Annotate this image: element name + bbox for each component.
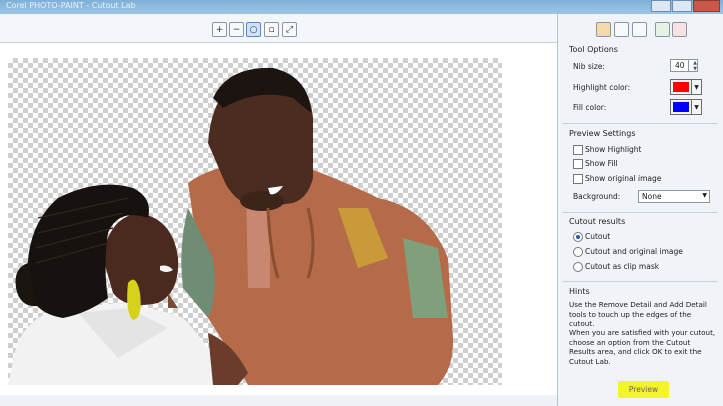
highlight-color-picker[interactable]: ▼ <box>670 79 702 95</box>
cutout-option-label[interactable]: Cutout <box>585 232 610 241</box>
view-toolbar: + − ○ ▫ ⤢ <box>0 14 557 43</box>
chevron-down-icon: ▼ <box>691 80 701 94</box>
tool-options-title: Tool Options <box>569 45 618 54</box>
hints-paragraph-1: Use the Remove Detail and Add Detail too… <box>569 300 707 328</box>
background-label: Background: <box>573 192 621 201</box>
hints-title: Hints <box>569 287 590 296</box>
highlighter-icon[interactable] <box>596 22 611 37</box>
zoom-in-icon[interactable]: + <box>212 22 227 37</box>
preview-settings-title: Preview Settings <box>569 129 636 138</box>
preview-button[interactable]: Preview <box>618 381 669 398</box>
image-canvas[interactable] <box>0 43 557 395</box>
nib-size-label: Nib size: <box>573 62 605 71</box>
show-original-checkbox[interactable] <box>573 174 583 184</box>
cutout-clip-mask-label[interactable]: Cutout as clip mask <box>585 262 659 271</box>
show-highlight-checkbox[interactable] <box>573 145 583 155</box>
window-title: Corel PHOTO-PAINT - Cutout Lab <box>6 1 136 10</box>
cutout-photo <box>8 67 454 385</box>
cutout-results-title: Cutout results <box>569 217 626 226</box>
remove-detail-icon[interactable] <box>672 22 687 37</box>
cutout-and-original-radio[interactable] <box>573 247 583 257</box>
cutout-radio[interactable] <box>573 232 583 242</box>
transparency-checkerboard <box>8 58 502 385</box>
highlight-color-swatch <box>673 82 689 92</box>
hints-paragraph-2: When you are satisfied with your cutout,… <box>569 328 716 366</box>
cutout-clip-mask-radio[interactable] <box>573 262 583 272</box>
fill-color-label: Fill color: <box>573 103 607 112</box>
divider <box>562 281 718 282</box>
zoom-fit-icon[interactable]: ▫ <box>264 22 279 37</box>
background-select[interactable]: None ▼ <box>638 190 710 203</box>
maximize-button[interactable] <box>672 0 692 12</box>
divider <box>562 212 718 213</box>
close-button[interactable] <box>693 0 720 12</box>
status-strip <box>0 395 557 406</box>
highlight-color-label: Highlight color: <box>573 83 631 92</box>
show-fill-label[interactable]: Show Fill <box>585 159 618 168</box>
add-detail-icon[interactable] <box>655 22 670 37</box>
show-original-label[interactable]: Show original image <box>585 174 661 183</box>
minimize-button[interactable] <box>651 0 671 12</box>
cutout-and-original-label[interactable]: Cutout and original image <box>585 247 683 256</box>
fill-color-picker[interactable]: ▼ <box>670 99 702 115</box>
fill-icon[interactable] <box>614 22 629 37</box>
show-highlight-label[interactable]: Show Highlight <box>585 145 641 154</box>
divider <box>562 123 718 124</box>
show-fill-checkbox[interactable] <box>573 159 583 169</box>
options-panel: Tool Options Nib size: 40 ▲ ▼ Highlight c… <box>557 14 723 406</box>
chevron-down-icon: ▼ <box>691 100 701 114</box>
fill-color-swatch <box>673 102 689 112</box>
zoom-actual-icon[interactable]: ○ <box>246 22 261 37</box>
background-value: None <box>642 192 662 201</box>
zoom-all-icon[interactable]: ⤢ <box>282 22 297 37</box>
chevron-down-icon: ▼ <box>702 192 707 199</box>
zoom-out-icon[interactable]: − <box>229 22 244 37</box>
nib-size-value: 40 <box>675 61 685 70</box>
title-bar: Corel PHOTO-PAINT - Cutout Lab <box>0 0 723 14</box>
nib-size-stepper[interactable]: ▲ ▼ <box>688 59 701 72</box>
eraser-icon[interactable] <box>632 22 647 37</box>
